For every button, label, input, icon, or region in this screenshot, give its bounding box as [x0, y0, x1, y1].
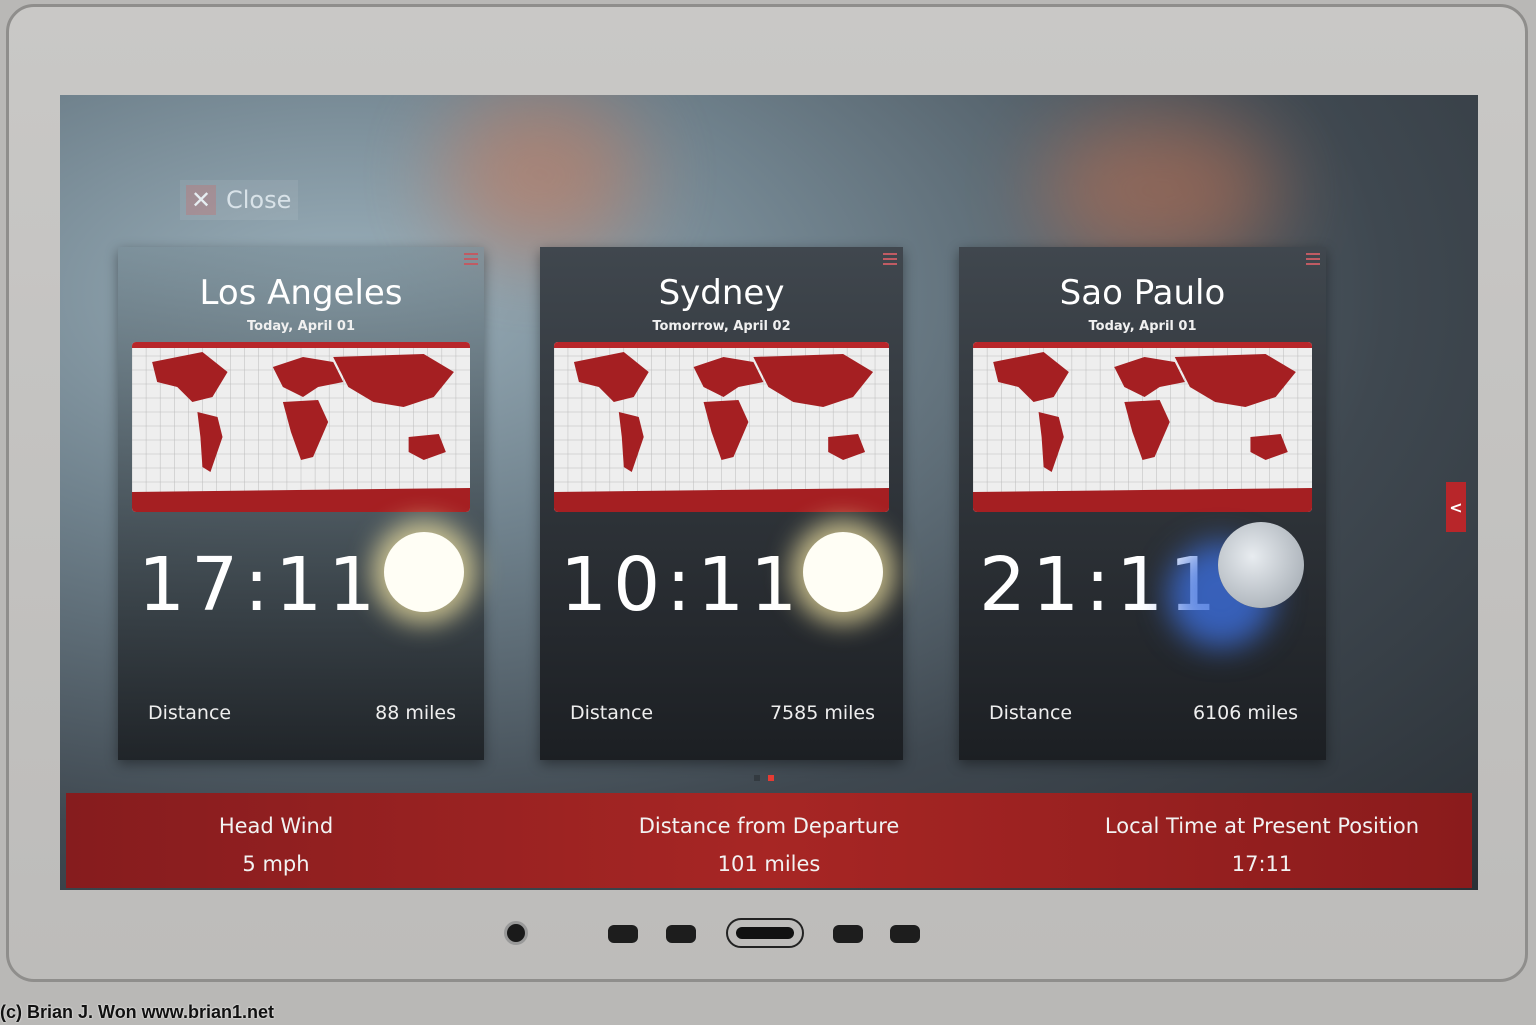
- city-name: Sao Paulo: [1059, 273, 1226, 313]
- distance-value: 88 miles: [375, 702, 456, 724]
- world-map: [554, 342, 889, 512]
- continent: [282, 400, 329, 460]
- continent: [753, 354, 874, 407]
- distance-from-departure-label: Distance from Departure: [638, 814, 900, 838]
- head-wind: Head Wind 5 mph: [66, 793, 486, 888]
- hardware-button[interactable]: [890, 925, 920, 943]
- distance-label: Distance: [989, 702, 1073, 724]
- continent: [132, 488, 470, 512]
- flight-info-bar: Head Wind 5 mph Distance from Departure …: [66, 793, 1472, 888]
- local-time-value: 17:11: [1231, 852, 1293, 876]
- city-time: 21:11: [979, 542, 1223, 628]
- menu-icon[interactable]: [464, 253, 478, 265]
- distance-value: 6106 miles: [1192, 702, 1298, 724]
- city-date: Today, April 01: [1088, 319, 1197, 334]
- continent: [618, 412, 644, 472]
- watermark: (c) Brian J. Won www.brian1.net: [0, 1002, 275, 1022]
- continent: [333, 354, 454, 407]
- city-date: Today, April 01: [247, 319, 355, 334]
- camera: [504, 921, 528, 945]
- continent: [408, 434, 446, 460]
- continent: [152, 352, 228, 402]
- city-time: 17:11: [138, 542, 382, 628]
- screen: ✕ Close Los Angeles Today, April 01 17:1…: [60, 95, 1478, 890]
- city-card-sydney[interactable]: Sydney Tomorrow, April 02 10:11 Distance…: [540, 247, 903, 760]
- continent: [1114, 357, 1185, 397]
- head-wind-label: Head Wind: [218, 814, 334, 838]
- local-time-label: Local Time at Present Position: [1104, 814, 1420, 838]
- chevron-left-icon[interactable]: <: [1446, 482, 1466, 532]
- home-button[interactable]: [726, 918, 804, 948]
- continent: [272, 357, 344, 397]
- city-time: 10:11: [560, 542, 804, 628]
- page-dot-active[interactable]: [768, 775, 774, 781]
- world-map: [973, 342, 1312, 512]
- distance-label: Distance: [570, 702, 654, 724]
- page-dot[interactable]: [754, 775, 760, 781]
- close-label: Close: [226, 186, 292, 214]
- continent: [1124, 400, 1170, 460]
- page-indicator[interactable]: [754, 775, 774, 781]
- close-icon: ✕: [186, 185, 216, 215]
- menu-icon[interactable]: [883, 253, 897, 265]
- distance-value: 7585 miles: [769, 702, 875, 724]
- continent: [828, 434, 866, 460]
- city-card-los-angeles[interactable]: Los Angeles Today, April 01 17:11 Distan…: [118, 247, 484, 760]
- distance-from-departure-value: 101 miles: [717, 852, 821, 876]
- hardware-button[interactable]: [666, 925, 696, 943]
- distance-from-departure: Distance from Departure 101 miles: [559, 793, 979, 888]
- map-border: [132, 342, 470, 348]
- continent: [1250, 434, 1288, 460]
- continent: [973, 488, 1312, 512]
- hardware-button[interactable]: [608, 925, 638, 943]
- continent: [693, 357, 764, 397]
- city-name: Los Angeles: [199, 273, 403, 313]
- city-name: Sydney: [658, 273, 785, 313]
- continent: [197, 412, 223, 472]
- moon-icon: [1218, 522, 1304, 608]
- world-map: [132, 342, 470, 512]
- continent: [703, 400, 749, 460]
- hardware-button[interactable]: [833, 925, 863, 943]
- distance-label: Distance: [148, 702, 232, 724]
- continent: [1038, 412, 1064, 472]
- sun-icon: [384, 532, 464, 612]
- city-card-sao-paulo[interactable]: Sao Paulo Today, April 01 21:11 Distance…: [959, 247, 1326, 760]
- continent: [554, 488, 889, 512]
- sun-icon: [803, 532, 883, 612]
- head-wind-value: 5 mph: [242, 852, 310, 876]
- map-border: [973, 342, 1312, 348]
- continent: [1174, 354, 1296, 407]
- local-time: Local Time at Present Position 17:11: [1052, 793, 1472, 888]
- menu-icon[interactable]: [1306, 253, 1320, 265]
- city-date: Tomorrow, April 02: [652, 319, 791, 334]
- map-border: [554, 342, 889, 348]
- close-button[interactable]: ✕ Close: [180, 180, 298, 220]
